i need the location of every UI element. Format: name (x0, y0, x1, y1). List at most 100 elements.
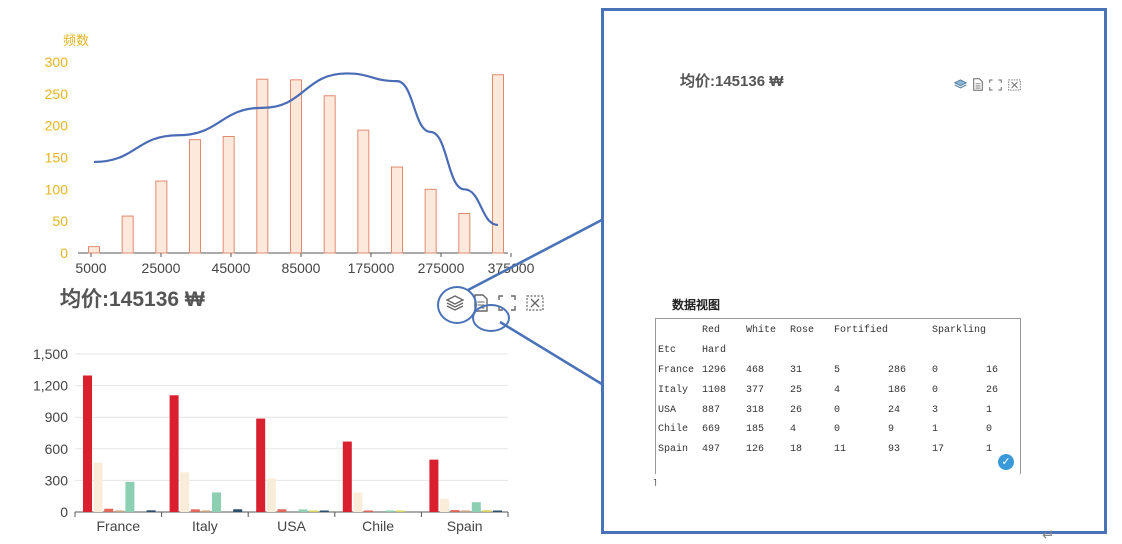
x-tick-label: Spain (447, 518, 483, 534)
x-tick-label: Chile (362, 518, 394, 534)
data-view-title: 数据视图 (672, 298, 721, 312)
histogram-bar (256, 78, 269, 254)
y-tick-label: 600 (45, 441, 69, 457)
data-view-cell (888, 321, 932, 341)
data-view-cell: 0 (932, 364, 939, 376)
data-view-cell: 4 (834, 384, 841, 396)
histogram-bar (222, 135, 235, 254)
data-view-cell: Etc (658, 345, 677, 357)
data-view-row: Spain 497 126 18 11 93 17 1 (658, 440, 1016, 460)
data-view-cell: 126 (746, 444, 765, 456)
data-view-cell (790, 341, 834, 361)
data-view-row: Chile 669 185 4 0 9 1 0 (658, 420, 1016, 440)
data-view-cell (932, 341, 986, 361)
bar-5 (482, 510, 492, 512)
data-view-cell: USA (658, 404, 677, 416)
bar-4 (298, 509, 308, 512)
y-tick-label: 0 (60, 504, 68, 520)
data-view-cell: 11 (834, 444, 847, 456)
bar-3 (114, 510, 124, 512)
histogram-bar (189, 139, 201, 254)
data-view-cell: 1296 (702, 364, 727, 376)
x-tick-label: USA (277, 518, 306, 534)
histogram-bar (155, 180, 168, 254)
data-view-cell: 26 (986, 384, 999, 396)
bar-6 (319, 510, 329, 512)
data-view-cell: 286 (888, 364, 907, 376)
data-view-cell: Sparkling (932, 325, 987, 337)
data-view-cell: 17 (932, 444, 945, 456)
data-view-icon-highlight (472, 304, 510, 332)
y-tick-label: 900 (45, 409, 69, 425)
data-view-cell: 186 (888, 384, 907, 396)
data-view-cell: Hard (702, 345, 727, 357)
bar-5 (309, 510, 319, 512)
bar-2 (190, 509, 200, 512)
data-view-cell: Spain (658, 444, 689, 456)
y-tick-label: 250 (45, 86, 69, 102)
data-view-cell: 0 (986, 424, 993, 436)
bar-6 (146, 510, 156, 512)
y-tick-label: 1,500 (33, 346, 68, 362)
histogram-bar (458, 213, 471, 254)
data-view-cell: Chile (658, 424, 689, 436)
data-view-cell: 3 (932, 404, 939, 416)
data-view-cell: 1 (932, 424, 939, 436)
y-tick-label: 100 (45, 181, 69, 197)
data-view-cell: 669 (702, 424, 721, 436)
data-view-cell: 0 (834, 424, 841, 436)
histogram-chart: 0 50 100 150 200 250 300 5000 25000 45000 85000 175… (45, 54, 535, 276)
bar-1 (93, 462, 103, 512)
histogram-bar (88, 246, 100, 254)
bar-0 (342, 441, 352, 512)
y-tick-label: 150 (45, 150, 69, 166)
bar-2 (450, 510, 460, 512)
bar-1 (180, 472, 190, 512)
confirm-button[interactable]: ✓ (998, 454, 1014, 470)
data-view-box: Red White Rose Fortified Sparkling Etc Hard Fra… (655, 318, 1021, 474)
panel-toolbar (953, 78, 1021, 95)
data-view-cell: 377 (746, 384, 765, 396)
data-view-cell: 318 (746, 404, 765, 416)
main-chart-title: 均价:145136 ₩ (60, 288, 205, 311)
bar-1 (266, 478, 276, 512)
stray-mark: ˥ (653, 478, 657, 489)
bar-0 (169, 395, 179, 512)
data-view-cell: 16 (986, 364, 999, 376)
histogram-bar (357, 129, 370, 254)
restore-icon[interactable] (526, 295, 544, 315)
stack-icon-highlight (437, 286, 477, 324)
y-tick-label: 300 (45, 54, 69, 70)
x-tick-label: France (97, 518, 141, 534)
data-view-cell: 25 (790, 384, 803, 396)
data-view-cell: 18 (790, 444, 803, 456)
data-view-cell: Fortified (834, 325, 889, 337)
return-mark: ↵ (1042, 527, 1055, 544)
data-view-cell: White (746, 325, 777, 337)
data-view-row: USA 887 318 26 0 24 3 1 (658, 400, 1016, 420)
data-view-row: Italy 1108 377 25 4 186 0 26 (658, 380, 1016, 400)
data-view-cell: 0 (834, 404, 841, 416)
histogram-bar (323, 95, 336, 254)
panel-chart-title: 均价:145136 ₩ (680, 73, 784, 90)
data-view-table: Red White Rose Fortified Sparkling Etc Hard Fra… (658, 321, 1016, 460)
data-view-icon[interactable] (973, 78, 983, 95)
data-view-cell: 1 (986, 404, 993, 416)
bar-4 (471, 502, 481, 512)
bar-3 (201, 510, 211, 512)
x-tick-label: 275000 (418, 260, 465, 276)
bar-4 (125, 481, 135, 512)
x-tick-label: Italy (192, 518, 218, 534)
histogram-ylabel: 频数 (63, 33, 90, 48)
y-tick-label: 300 (45, 472, 69, 488)
stack-icon[interactable] (953, 78, 968, 95)
data-view-cell (746, 341, 790, 361)
histogram-bar (290, 79, 302, 254)
restore-icon[interactable] (1008, 78, 1021, 95)
data-view-cell (986, 341, 1016, 361)
data-view-cell (658, 321, 702, 341)
zoom-icon[interactable] (989, 78, 1002, 95)
x-tick-label: 45000 (212, 260, 251, 276)
data-view-cell: 4 (790, 424, 797, 436)
grouped-bar-chart: 0 300 600 900 1,200 1,500 France Italy USA Chile S… (33, 346, 509, 534)
